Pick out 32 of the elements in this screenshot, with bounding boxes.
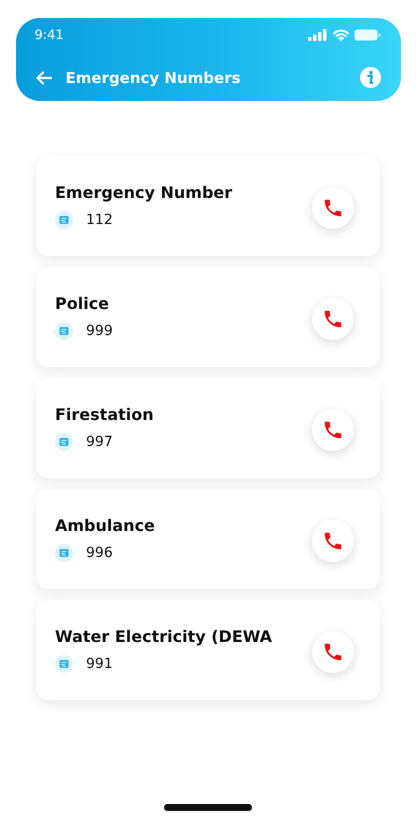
call-button[interactable] — [312, 520, 354, 562]
info-icon[interactable] — [360, 67, 380, 88]
phone-number-icon — [55, 211, 73, 229]
phone-number: 997 — [86, 434, 113, 450]
wifi-icon — [332, 29, 348, 41]
phone-icon — [322, 641, 344, 663]
signal-icon — [308, 29, 328, 41]
phone-number: 996 — [86, 545, 113, 561]
contact-name: Firestation — [55, 405, 154, 424]
call-button[interactable] — [312, 409, 354, 451]
call-button[interactable] — [312, 298, 354, 340]
phone-icon — [322, 197, 344, 219]
phone-number-icon — [55, 544, 73, 562]
call-button[interactable] — [312, 187, 354, 229]
screen-title: Emergency Numbers — [66, 68, 242, 86]
back-arrow-icon[interactable] — [36, 70, 52, 84]
call-button[interactable] — [312, 631, 354, 673]
phone-number: 999 — [86, 323, 113, 339]
phone-icon — [322, 308, 344, 330]
phone-number-icon — [55, 433, 73, 451]
contact-name: Emergency Number — [55, 183, 232, 202]
phone-number: 991 — [86, 656, 113, 672]
contact-name: Water Electricity (DEWA — [55, 627, 272, 646]
contact-name: Ambulance — [55, 516, 155, 535]
phone-icon — [322, 530, 344, 552]
phone-number: 112 — [86, 212, 113, 228]
phone-number-icon — [55, 655, 73, 673]
battery-icon — [354, 29, 380, 41]
contact-name: Police — [55, 294, 110, 313]
phone-icon — [322, 419, 344, 441]
status-time: 9:41 — [34, 28, 64, 42]
phone-number-icon — [55, 322, 73, 340]
